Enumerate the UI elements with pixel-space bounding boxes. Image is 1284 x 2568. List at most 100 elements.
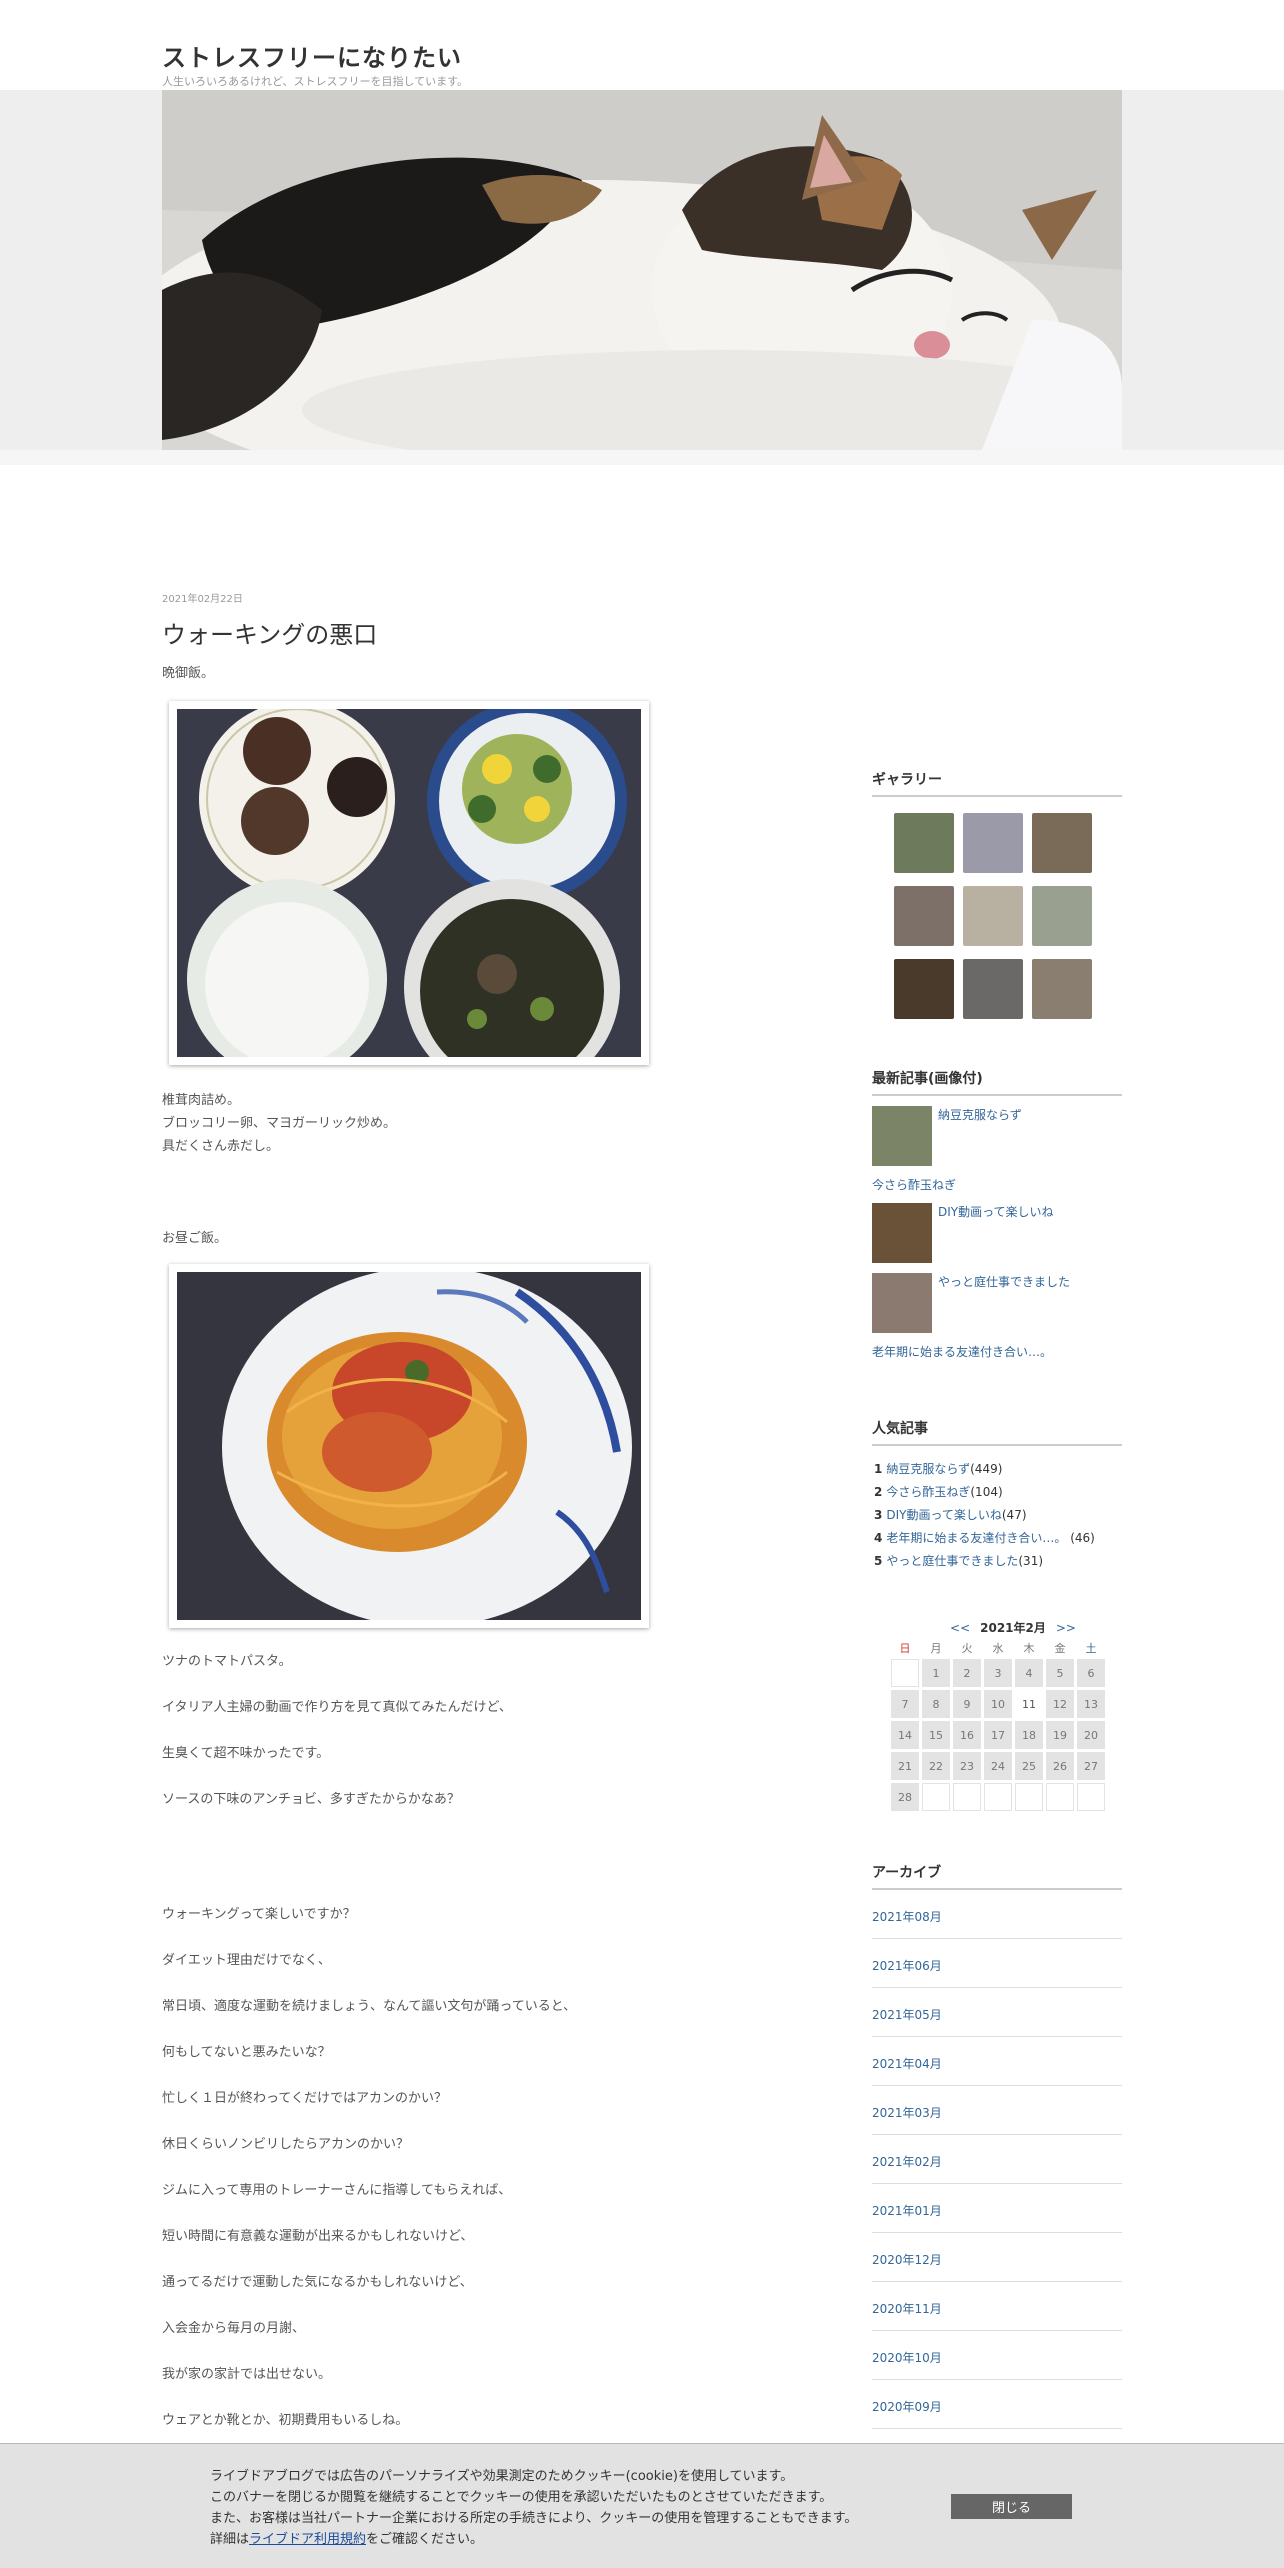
archive-item: 2020年11月: [872, 2282, 1122, 2331]
calendar-empty-cell: [1077, 1783, 1105, 1811]
terms-link[interactable]: ライブドア利用規約: [249, 2532, 366, 2547]
calendar-day-cell: 26: [1046, 1752, 1074, 1780]
calendar-day-cell: 18: [1015, 1721, 1043, 1749]
calendar-day-cell: 19: [1046, 1721, 1074, 1749]
paragraph: 我が家の家計では出せない。: [162, 2367, 332, 2382]
recent-post-link[interactable]: 納豆克服ならず: [938, 1106, 1022, 1123]
popular-post-link[interactable]: 納豆克服ならず: [886, 1462, 970, 1476]
recent-post-item[interactable]: 納豆克服ならず: [872, 1106, 1122, 1166]
calendar-next-link[interactable]: >>: [1056, 1621, 1076, 1635]
calendar-prev-link[interactable]: <<: [950, 1621, 970, 1635]
calendar-day-cell: 24: [984, 1752, 1012, 1780]
post-intro: 晩御飯。: [162, 666, 215, 681]
archive-item: 2021年04月: [872, 2037, 1122, 2086]
calendar-day-cell: 16: [953, 1721, 981, 1749]
gallery-thumbnail[interactable]: [894, 886, 954, 946]
popular-post-link[interactable]: DIY動画って楽しいね: [886, 1508, 1002, 1522]
cookie-banner: ライブドアブログでは広告のパーソナライズや効果測定のためクッキー(cookie)…: [0, 2443, 1284, 2568]
calendar-day-cell: 10: [984, 1690, 1012, 1718]
archive-item: 2021年02月: [872, 2135, 1122, 2184]
cookie-line: このバナーを閉じるか閲覧を継続することでクッキーの使用を承認いただいたものとさせ…: [210, 2490, 833, 2505]
blog-title[interactable]: ストレスフリーになりたい: [162, 38, 462, 73]
popular-post-link[interactable]: やっと庭仕事できました: [886, 1554, 1018, 1568]
archive-link[interactable]: 2021年03月: [872, 2106, 942, 2120]
archive-item: 2021年03月: [872, 2086, 1122, 2135]
calendar-grid: 日月火水木金土 1 2 3 4 5 6 7 8 9 10 11 12 13 14 15 16 17 18 19 20 21…: [888, 1637, 1108, 1814]
cookie-line: ライブドアブログでは広告のパーソナライズや効果測定のためクッキー(cookie)…: [210, 2469, 794, 2484]
paragraph: 常日頃、適度な運動を続けましょう、なんて謳い文句が踊っていると、: [162, 1999, 577, 2014]
recent-post-thumbnail[interactable]: [872, 1273, 932, 1333]
gallery-thumbnail[interactable]: [894, 959, 954, 1019]
calendar-day-cell: 12: [1046, 1690, 1074, 1718]
blog-description: 人生いろいろあるけれど、ストレスフリーを目指しています。: [162, 75, 469, 88]
sleeping-cat-image: [162, 90, 1122, 450]
calendar-day-cell: 8: [922, 1690, 950, 1718]
gallery-title: ギャラリー: [872, 769, 1122, 797]
calendar-day-cell: 22: [922, 1752, 950, 1780]
cookie-close-button[interactable]: 閉じる: [951, 2494, 1072, 2519]
archive-link[interactable]: 2020年10月: [872, 2351, 942, 2365]
calendar-day-cell: 2: [953, 1659, 981, 1687]
popular-item: 3 DIY動画って楽しいね(47): [874, 1508, 1027, 1522]
archive-link[interactable]: 2020年12月: [872, 2253, 942, 2267]
paragraph: イタリア人主婦の動画で作り方を見て真似てみたんだけど、: [162, 1700, 512, 1715]
recent-post-thumbnail[interactable]: [872, 1203, 932, 1263]
recent-post-item[interactable]: やっと庭仕事できました: [872, 1273, 1122, 1333]
archive-link[interactable]: 2020年11月: [872, 2302, 942, 2316]
archive-item: 2021年01月: [872, 2184, 1122, 2233]
paragraph: ソースの下味のアンチョビ、多すぎたからかなあ？: [162, 1792, 460, 1807]
gallery-thumbnail[interactable]: [963, 813, 1023, 873]
calendar-day-cell: 23: [953, 1752, 981, 1780]
pasta-photo-frame[interactable]: [162, 1264, 722, 1628]
popular-post-link[interactable]: 今さら酢玉ねぎ: [886, 1485, 970, 1499]
archive-link[interactable]: 2021年08月: [872, 1910, 942, 1924]
cookie-line: 詳細はライブドア利用規約をご確認ください。: [210, 2532, 484, 2547]
calendar-weekday: 土: [1085, 1642, 1097, 1655]
archive-link[interactable]: 2021年06月: [872, 1959, 942, 1973]
calendar-month: 2021年2月: [980, 1621, 1046, 1635]
archive-link[interactable]: 2021年02月: [872, 2155, 942, 2169]
calendar-day-cell: 9: [953, 1690, 981, 1718]
popular-posts-widget: 人気記事 1 納豆克服ならず(449) 2 今さら酢玉ねぎ(104) 3 DIY動画っ…: [872, 1418, 1122, 1573]
post-title[interactable]: ウォーキングの悪口: [162, 615, 722, 650]
archive-link[interactable]: 2021年01月: [872, 2204, 942, 2218]
gallery-thumbnail[interactable]: [1032, 959, 1092, 1019]
gallery-thumbnail[interactable]: [1032, 813, 1092, 873]
calendar-header: << 2021年2月 >>: [888, 1619, 1138, 1637]
recent-post-link[interactable]: 老年期に始まる友達付き合い…。: [872, 1343, 1122, 1360]
calendar-weekday: 火: [961, 1642, 973, 1655]
archive-link[interactable]: 2020年09月: [872, 2400, 942, 2414]
archive-item: 2020年10月: [872, 2331, 1122, 2380]
calendar-day-cell: 28: [891, 1783, 919, 1811]
recent-post-item[interactable]: DIY動画って楽しいね: [872, 1203, 1122, 1263]
popular-item: 1 納豆克服ならず(449): [874, 1462, 1003, 1476]
recent-post-link[interactable]: やっと庭仕事できました: [938, 1273, 1070, 1290]
calendar-day-cell: 5: [1046, 1659, 1074, 1687]
paragraph: 休日くらいノンビリしたらアカンのかい？: [162, 2137, 410, 2152]
pasta-caption: ツナのトマトパスタ。: [162, 1654, 292, 1669]
paragraph: 生臭くて超不味かったです。: [162, 1746, 330, 1761]
gallery-thumbnail[interactable]: [963, 959, 1023, 1019]
cookie-message: ライブドアブログでは広告のパーソナライズや効果測定のためクッキー(cookie)…: [210, 2466, 857, 2550]
calendar-day-cell: 27: [1077, 1752, 1105, 1780]
paragraph: 短い時間に有意義な運動が出来るかもしれないけど、: [162, 2229, 474, 2244]
gallery-thumbnail[interactable]: [963, 886, 1023, 946]
pasta-photo: [177, 1272, 641, 1620]
header-banner-image: [162, 90, 1122, 450]
calendar-empty-cell: [891, 1659, 919, 1687]
recent-post-link[interactable]: DIY動画って楽しいね: [938, 1203, 1054, 1220]
calendar-day-cell: 21: [891, 1752, 919, 1780]
dinner-photo-frame[interactable]: [162, 701, 722, 1065]
gallery-thumbnail[interactable]: [894, 813, 954, 873]
archive-link[interactable]: 2021年05月: [872, 2008, 942, 2022]
recent-post-link[interactable]: 今さら酢玉ねぎ: [872, 1176, 1122, 1193]
archive-link[interactable]: 2021年04月: [872, 2057, 942, 2071]
recent-posts-widget: 最新記事(画像付) 納豆克服ならず 今さら酢玉ねぎ DIY動画って楽しいね やっ…: [872, 1068, 1122, 1360]
calendar-empty-cell: [953, 1783, 981, 1811]
paragraph: 通ってるだけで運動した気になるかもしれないけど、: [162, 2275, 473, 2290]
header-bottom-band: [0, 450, 1284, 465]
dinner-line: ブロッコリー卵、マヨガーリック炒め。: [162, 1116, 397, 1131]
recent-post-thumbnail[interactable]: [872, 1106, 932, 1166]
gallery-thumbnail[interactable]: [1032, 886, 1092, 946]
popular-post-link[interactable]: 老年期に始まる友達付き合い…。: [886, 1531, 1066, 1545]
